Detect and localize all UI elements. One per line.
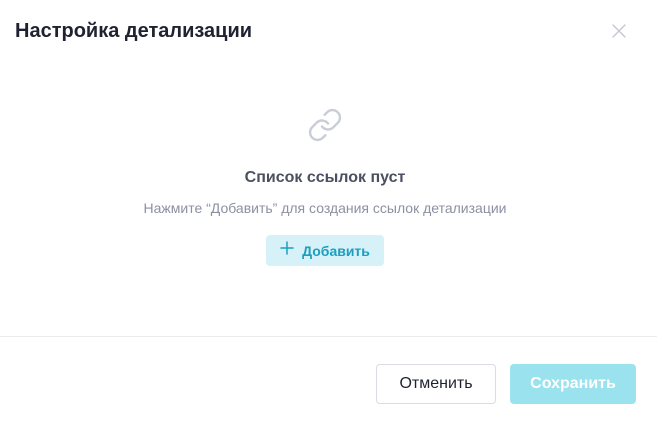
close-button[interactable]	[607, 21, 631, 45]
cancel-button[interactable]: Отменить	[376, 364, 496, 404]
plus-icon	[280, 241, 294, 260]
empty-state-subtitle: Нажмите “Добавить” для создания ссылок д…	[143, 200, 507, 216]
save-button[interactable]: Сохранить	[510, 364, 636, 404]
link-icon	[305, 105, 345, 145]
empty-state-title: Список ссылок пуст	[244, 169, 406, 186]
empty-state: Список ссылок пуст Нажмите “Добавить” дл…	[0, 105, 650, 266]
detail-settings-dialog: Настройка детализации Список ссылок пуст…	[0, 0, 657, 428]
dialog-title: Настройка детализации	[15, 20, 253, 42]
close-icon	[611, 23, 627, 44]
add-link-button-label: Добавить	[302, 242, 370, 259]
footer-divider	[0, 336, 657, 337]
add-link-button[interactable]: Добавить	[266, 235, 384, 266]
